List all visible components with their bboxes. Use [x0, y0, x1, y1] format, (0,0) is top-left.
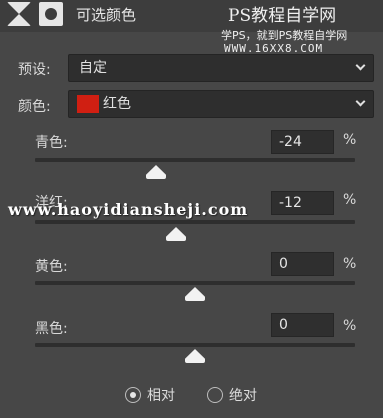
- magenta-slider-track[interactable]: [35, 220, 355, 224]
- color-swatch: [77, 95, 99, 113]
- yellow-input[interactable]: 0: [271, 252, 334, 276]
- selective-color-panel: 可选颜色 PS教程自学网 学PS，就到PS教程自学网 WWW.16XX8.COM…: [0, 0, 383, 418]
- cyan-slider-track[interactable]: [35, 158, 355, 162]
- cyan-input[interactable]: -24: [271, 130, 334, 154]
- black-label: 黑色:: [35, 321, 68, 337]
- layer-mask-icon[interactable]: [39, 2, 63, 26]
- preset-value: 自定: [79, 60, 107, 76]
- radio-relative-label: 相对: [147, 388, 175, 404]
- preset-label: 预设:: [18, 62, 51, 78]
- watermark-tagline: 学PS，就到PS教程自学网: [221, 29, 348, 42]
- yellow-percent: %: [343, 256, 357, 272]
- colors-label: 颜色:: [18, 99, 51, 115]
- watermark-brand: PS教程自学网: [228, 6, 337, 26]
- chevron-down-icon: [355, 60, 366, 71]
- panel-title: 可选颜色: [76, 6, 137, 24]
- adjustment-layer-icon[interactable]: [7, 2, 31, 26]
- magenta-input[interactable]: -12: [271, 191, 334, 215]
- radio-unselected-icon[interactable]: [207, 387, 223, 403]
- colors-select[interactable]: 红色: [68, 90, 374, 118]
- cyan-percent: %: [343, 132, 357, 148]
- preset-select[interactable]: 自定: [68, 54, 374, 82]
- colors-value: 红色: [103, 96, 131, 112]
- radio-selected-icon[interactable]: [125, 387, 141, 403]
- yellow-slider-track[interactable]: [35, 281, 355, 285]
- cyan-label: 青色:: [35, 135, 68, 151]
- radio-absolute-label: 绝对: [229, 388, 257, 404]
- yellow-label: 黄色:: [35, 259, 68, 275]
- overlay-watermark: www.haoyidiansheji.com: [8, 200, 249, 219]
- chevron-down-icon: [355, 96, 366, 107]
- black-percent: %: [343, 318, 357, 334]
- magenta-percent: %: [343, 192, 357, 208]
- black-input[interactable]: 0: [271, 313, 334, 337]
- black-slider-track[interactable]: [35, 343, 355, 347]
